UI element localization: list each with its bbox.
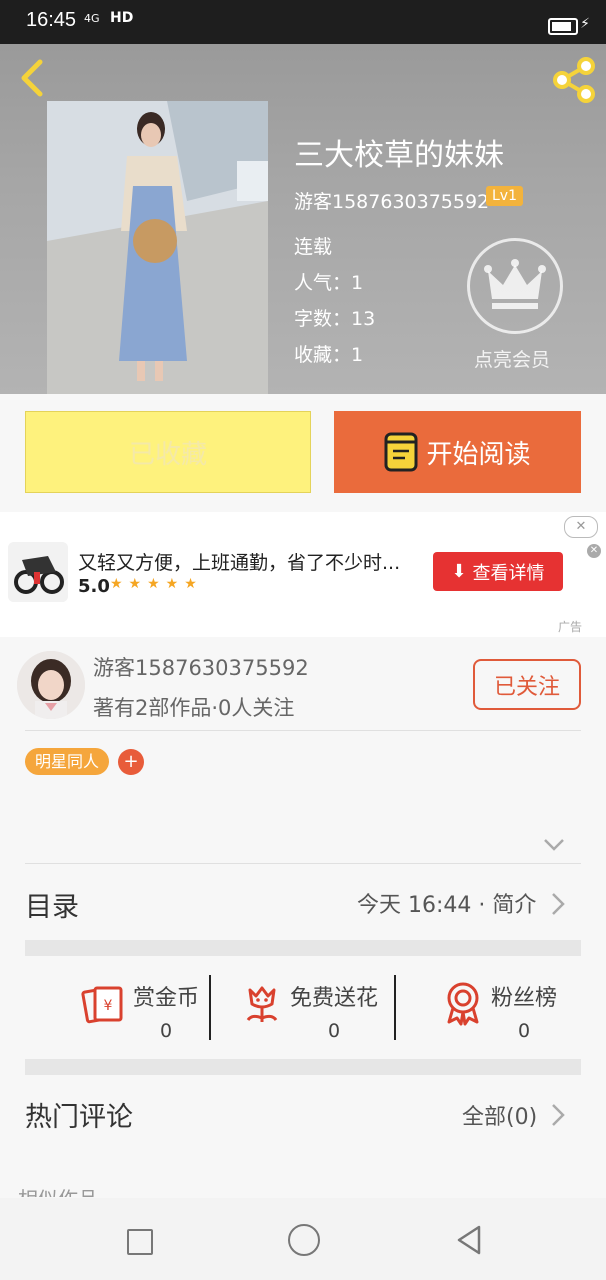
ad-dismiss-icon[interactable]: ✕ xyxy=(587,544,601,558)
genre-tag[interactable]: 明星同人 xyxy=(25,748,110,775)
start-reading-label: 开始阅读 xyxy=(426,439,531,470)
book-status: 连载 xyxy=(294,236,333,258)
book-word-count: 字数：13 xyxy=(294,308,376,330)
recent-apps-icon[interactable] xyxy=(127,1229,153,1255)
back-arrow-icon[interactable] xyxy=(18,58,48,98)
toc-title[interactable]: 目录 xyxy=(25,885,79,924)
book-favorites: 收藏：1 xyxy=(294,344,364,366)
divider xyxy=(209,975,211,1040)
divider xyxy=(25,863,581,864)
flower-icon xyxy=(246,986,278,1022)
stat-flowers[interactable]: 免费送花 0 xyxy=(230,980,390,1042)
ad-product-image[interactable] xyxy=(8,542,68,602)
battery-icon xyxy=(548,18,578,35)
book-cover-image[interactable] xyxy=(47,101,268,394)
crown-icon xyxy=(484,259,546,309)
section-separator xyxy=(25,1059,581,1075)
ad-stars: ★★★★★ xyxy=(110,576,203,592)
vip-crown-button[interactable] xyxy=(467,238,563,334)
toc-updated[interactable]: 今天 16:44 · 简介 xyxy=(357,887,536,919)
home-icon[interactable] xyxy=(288,1224,320,1256)
download-icon: ⬇ xyxy=(451,561,467,582)
following-label: 已关注 xyxy=(493,674,560,700)
book-author[interactable]: 游客1587630375592 xyxy=(294,187,489,214)
stat-fan-ranking-label: 粉丝榜 xyxy=(490,986,557,1011)
start-reading-button[interactable]: 开始阅读 xyxy=(334,411,581,493)
level-badge: Lv1 xyxy=(486,186,523,206)
stat-reward-label: 赏金币 xyxy=(132,986,199,1011)
ad-close-button[interactable]: ✕ xyxy=(564,516,598,538)
add-tag-button[interactable]: + xyxy=(118,749,144,775)
author-name[interactable]: 游客1587630375592 xyxy=(93,652,309,682)
ad-label: 广告 xyxy=(558,620,583,634)
stat-reward[interactable]: ¥ 赏金币 0 xyxy=(55,980,225,1042)
chevron-right-icon[interactable] xyxy=(551,892,565,916)
stat-reward-value: 0 xyxy=(159,1020,173,1042)
hot-comments-title: 热门评论 xyxy=(25,1102,133,1133)
book-popularity: 人气：1 xyxy=(294,272,364,294)
reward-envelope-icon: ¥ xyxy=(81,986,123,1024)
chevron-down-icon[interactable] xyxy=(543,838,565,852)
following-button[interactable]: 已关注 xyxy=(473,659,581,710)
divider xyxy=(394,975,396,1040)
back-icon[interactable] xyxy=(455,1224,483,1256)
author-avatar[interactable] xyxy=(17,651,85,719)
stat-fan-ranking[interactable]: 粉丝榜 0 xyxy=(420,980,580,1042)
svg-text:¥: ¥ xyxy=(104,998,113,1014)
vip-label[interactable]: 点亮会员 xyxy=(474,345,550,372)
favorited-label: 已收藏 xyxy=(128,439,207,470)
favorited-button[interactable]: 已收藏 xyxy=(25,411,311,493)
book-title: 三大校草的妹妹 xyxy=(294,138,504,173)
ad-details-label: 查看详情 xyxy=(472,562,545,584)
ad-details-button[interactable]: ⬇ 查看详情 xyxy=(433,552,563,591)
status-time: 16:45 xyxy=(26,9,77,31)
charging-icon: ⚡ xyxy=(580,16,590,32)
book-icon xyxy=(384,432,418,472)
share-icon[interactable] xyxy=(550,56,598,104)
ad-text[interactable]: 又轻又方便，上班通勤，省了不少时... xyxy=(78,548,400,575)
author-stats: 著有2部作品·0人关注 xyxy=(93,696,295,720)
ad-rating: 5.0 xyxy=(78,576,110,597)
similar-works-title: 相似作品 xyxy=(18,1183,98,1197)
network-type: 4G xyxy=(84,12,100,25)
hd-indicator: HD xyxy=(110,10,134,26)
all-comments-link[interactable]: 全部(0) xyxy=(462,1099,537,1131)
medal-icon xyxy=(447,982,479,1026)
chevron-right-icon[interactable] xyxy=(551,1103,565,1127)
stat-flowers-value: 0 xyxy=(327,1020,341,1042)
stat-flowers-label: 免费送花 xyxy=(289,986,378,1011)
divider xyxy=(25,730,581,731)
section-separator xyxy=(25,940,581,956)
status-bar: 16:45 4G HD ⚡ xyxy=(0,0,606,44)
stat-fan-ranking-value: 0 xyxy=(517,1020,531,1042)
